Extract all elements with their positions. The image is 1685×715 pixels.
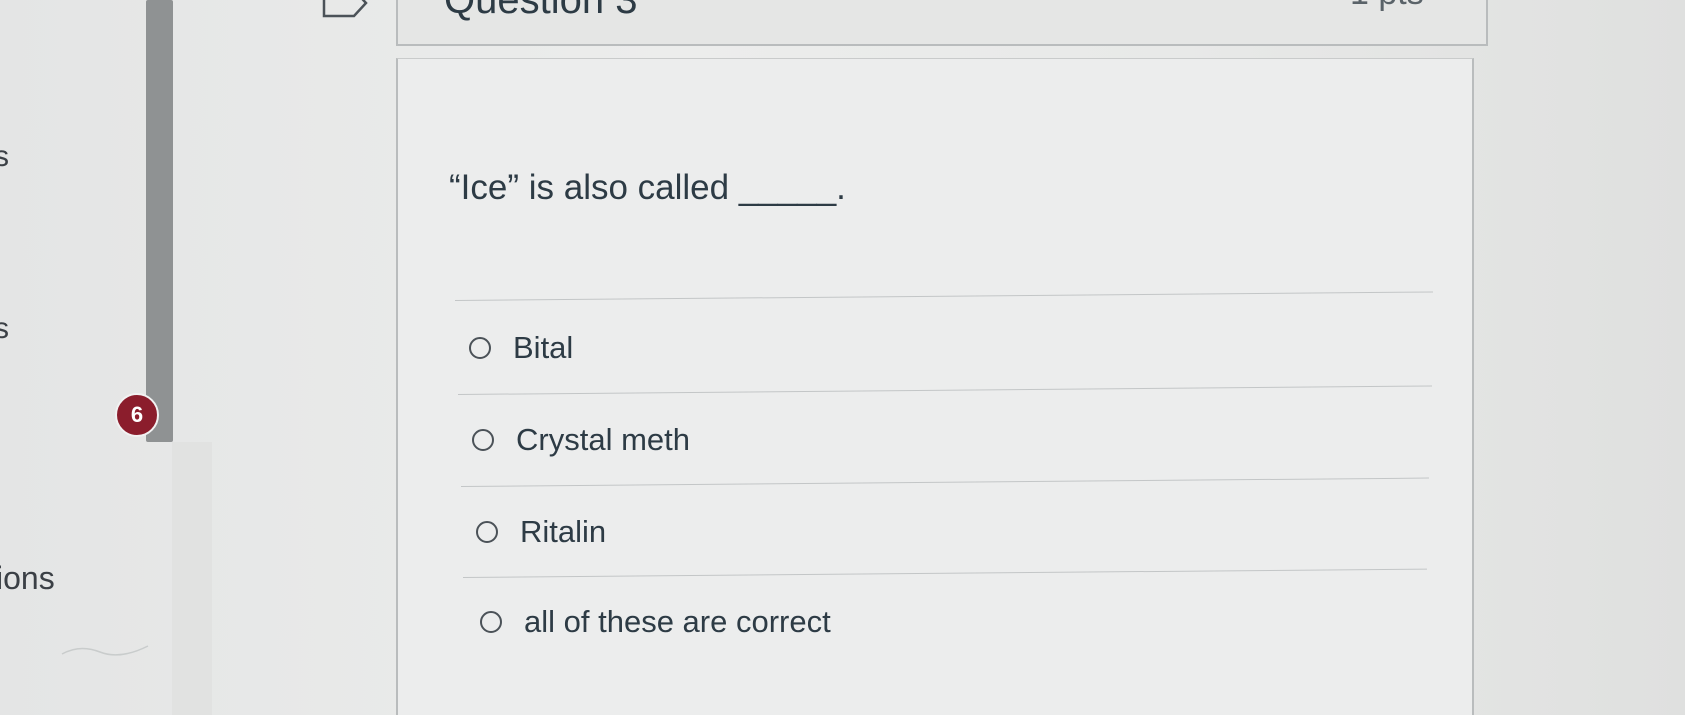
- radio-button[interactable]: [476, 521, 498, 543]
- question-points: 1 pts: [1350, 0, 1424, 13]
- answer-label: Ritalin: [520, 514, 607, 549]
- radio-button[interactable]: [472, 429, 494, 451]
- sidebar-scrollbar[interactable]: [146, 0, 173, 442]
- nav-fragment-text[interactable]: ions: [0, 560, 55, 597]
- answer-option-ritalin[interactable]: Ritalin: [476, 514, 606, 550]
- answer-option-all-correct[interactable]: all of these are correct: [480, 604, 831, 640]
- nav-fragment-text[interactable]: s: [0, 312, 9, 346]
- question-title: Question 3: [444, 0, 638, 22]
- answer-label: all of these are correct: [524, 604, 831, 639]
- answer-label: Bital: [513, 330, 574, 365]
- answer-option-crystal-meth[interactable]: Crystal meth: [472, 422, 690, 458]
- sidebar-divider: [172, 442, 212, 715]
- question-prompt: “Ice” is also called _____.: [449, 168, 846, 207]
- answer-option-bital[interactable]: Bital: [469, 330, 573, 366]
- nav-fragment-text[interactable]: s: [0, 140, 9, 174]
- answer-label: Crystal meth: [516, 422, 690, 457]
- quiz-page: s s ions 6 Question 3 1 pts “Ice” is als…: [0, 0, 1685, 715]
- screen-smudge: [61, 645, 149, 656]
- question-number-badge[interactable]: 6: [115, 393, 159, 437]
- radio-button[interactable]: [480, 611, 502, 633]
- flag-question-icon[interactable]: [322, 0, 370, 22]
- radio-button[interactable]: [469, 337, 491, 359]
